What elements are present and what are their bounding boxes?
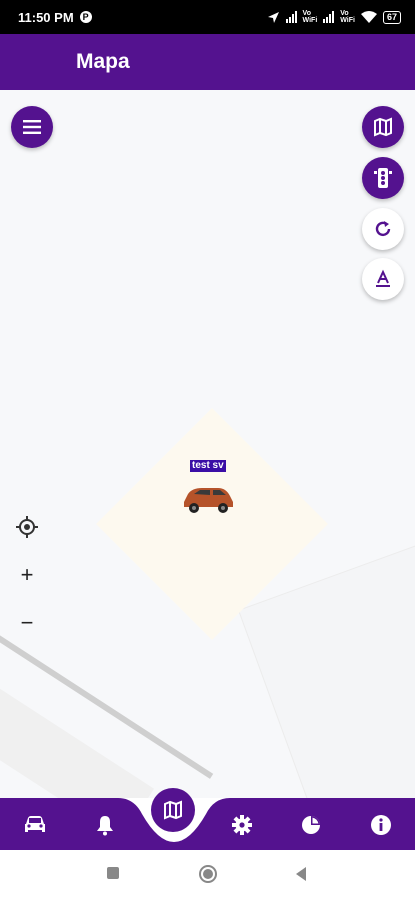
signal-icon-1 [285, 11, 297, 23]
status-left: 11:50 PM P [18, 10, 92, 25]
zoom-out-button[interactable]: − [12, 608, 42, 638]
nav-vehicles[interactable] [20, 810, 50, 840]
nav-map[interactable] [151, 788, 195, 832]
my-location-button[interactable] [12, 512, 42, 542]
home-icon[interactable] [198, 864, 218, 884]
map-view[interactable]: test sv + − [0, 90, 415, 798]
gear-icon [232, 815, 252, 835]
nav-info[interactable] [366, 810, 396, 840]
map-icon [164, 800, 182, 820]
crosshair-icon [16, 516, 38, 538]
status-bar: 11:50 PM P Vo WiFi Vo WiFi 67 [0, 0, 415, 34]
wifi-icon [360, 11, 377, 23]
refresh-icon [375, 221, 391, 237]
car-marker-icon[interactable] [180, 482, 236, 514]
hamburger-icon [23, 120, 41, 134]
traffic-button[interactable] [362, 157, 404, 199]
text-format-icon [376, 269, 390, 287]
location-arrow-icon [267, 11, 279, 23]
menu-button[interactable] [11, 106, 53, 148]
nav-settings[interactable] [227, 810, 257, 840]
back-icon[interactable] [294, 866, 308, 882]
recents-icon[interactable] [106, 866, 120, 880]
bell-icon [97, 816, 113, 836]
info-icon [371, 815, 391, 835]
pie-chart-icon [302, 816, 320, 834]
status-time: 11:50 PM [18, 9, 74, 25]
car-icon [25, 816, 45, 832]
system-navigation-bar [0, 850, 415, 900]
notification-icon: P [79, 11, 92, 23]
nav-alerts[interactable] [90, 810, 120, 840]
page-title: Mapa [76, 50, 130, 73]
status-right: Vo WiFi Vo WiFi 67 [267, 10, 401, 24]
vowifi-label-2: Vo WiFi [340, 10, 355, 24]
zoom-in-button[interactable]: + [12, 560, 42, 590]
traffic-light-icon [374, 168, 392, 188]
refresh-button[interactable] [362, 208, 404, 250]
signal-icon-2 [323, 11, 335, 23]
battery-indicator: 67 [382, 10, 401, 24]
nav-reports[interactable] [296, 810, 326, 840]
vehicle-label[interactable]: test sv [190, 460, 226, 472]
map-icon [374, 117, 392, 137]
map-road-area [0, 679, 155, 798]
bottom-nav-background [0, 798, 415, 850]
app-bar: Mapa [0, 34, 415, 90]
label-toggle-button[interactable] [362, 258, 404, 300]
map-type-button[interactable] [362, 106, 404, 148]
bottom-navigation [0, 788, 415, 850]
vowifi-label-1: Vo WiFi [302, 10, 318, 24]
